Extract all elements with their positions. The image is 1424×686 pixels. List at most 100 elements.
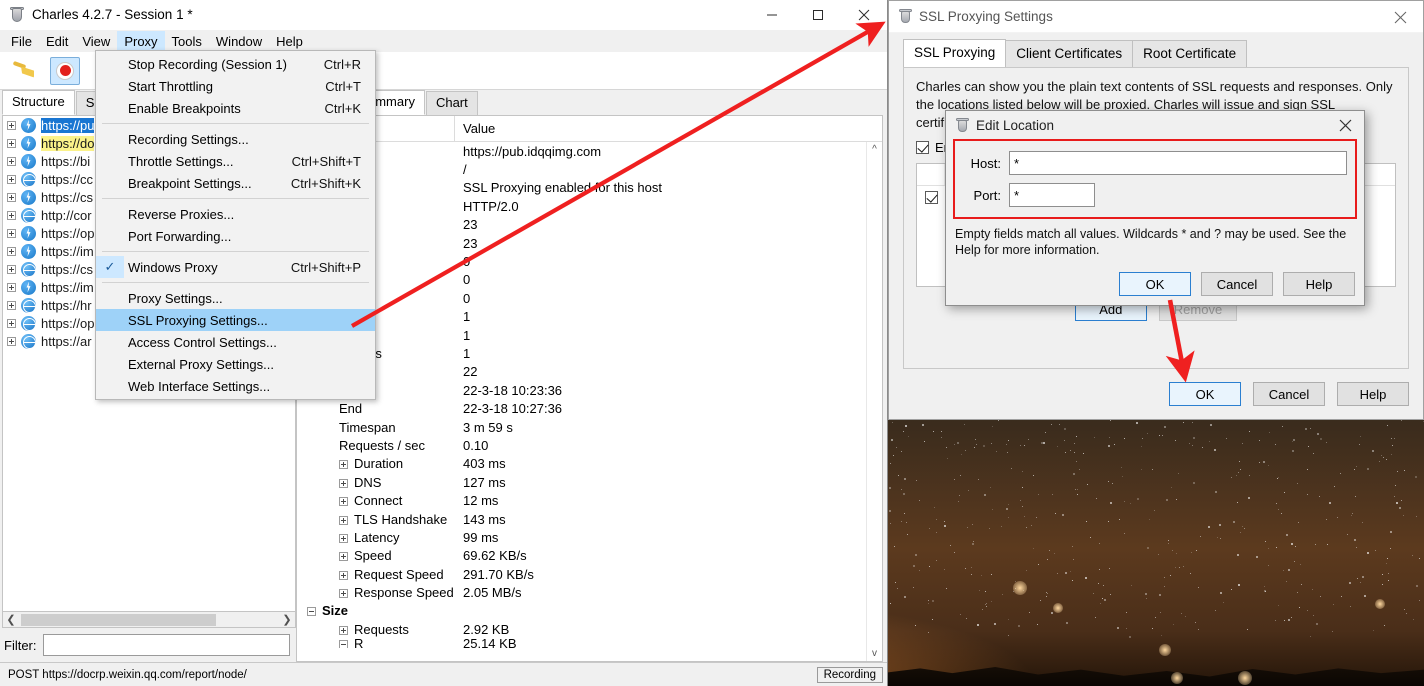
menu-item-reverse-proxies[interactable]: Reverse Proxies...: [96, 203, 375, 225]
expand-icon[interactable]: [339, 589, 348, 599]
expand-icon[interactable]: [7, 264, 16, 274]
menu-item-external-proxy-settings[interactable]: External Proxy Settings...: [96, 353, 375, 375]
close-icon[interactable]: [1326, 111, 1364, 139]
menu-edit[interactable]: Edit: [39, 31, 75, 52]
table-row[interactable]: Response Speed 2.05 MB/s: [297, 583, 882, 601]
table-row[interactable]: Size: [297, 602, 882, 620]
table-row[interactable]: SSL Proxying enabled for this host: [297, 179, 882, 197]
chevron-down-icon[interactable]: v: [872, 648, 877, 659]
table-row[interactable]: andshakes1: [297, 344, 882, 362]
help-button[interactable]: Help: [1283, 272, 1355, 296]
expand-icon[interactable]: [339, 533, 348, 543]
chevron-up-icon[interactable]: ^: [872, 144, 877, 155]
table-row[interactable]: ed0: [297, 289, 882, 307]
expand-icon[interactable]: [339, 625, 348, 635]
expand-icon[interactable]: [339, 497, 348, 507]
table-row[interactable]: DNS 127 ms: [297, 473, 882, 491]
table-row[interactable]: HTTP/2.0: [297, 197, 882, 215]
table-row[interactable]: 1: [297, 308, 882, 326]
collapse-icon[interactable]: [307, 607, 316, 617]
expand-icon[interactable]: [339, 570, 348, 580]
expand-icon[interactable]: [7, 300, 16, 310]
table-row[interactable]: /: [297, 160, 882, 178]
menu-item-start-throttling[interactable]: Start Throttling Ctrl+T: [96, 75, 375, 97]
menu-item-enable-breakpoints[interactable]: Enable Breakpoints Ctrl+K: [96, 97, 375, 119]
scroll-right-icon[interactable]: ❯: [279, 613, 295, 626]
tab-structure[interactable]: Structure: [2, 90, 75, 115]
menu-tools[interactable]: Tools: [165, 31, 209, 52]
scroll-left-icon[interactable]: ❮: [3, 613, 19, 626]
minimize-icon[interactable]: [749, 0, 795, 30]
tree-horizontal-scrollbar[interactable]: ❮ ❯: [2, 612, 296, 628]
expand-icon[interactable]: [7, 120, 16, 130]
expand-icon[interactable]: [7, 228, 16, 238]
tab-client-certificates[interactable]: Client Certificates: [1005, 40, 1134, 67]
close-icon[interactable]: [841, 0, 887, 30]
table-row[interactable]: https://pub.idqqimg.com: [297, 142, 882, 160]
expand-icon[interactable]: [339, 552, 348, 562]
menu-item-access-control-settings[interactable]: Access Control Settings...: [96, 331, 375, 353]
menu-item-breakpoint-settings[interactable]: Breakpoint Settings... Ctrl+Shift+K: [96, 172, 375, 194]
table-row[interactable]: TLS Handshake 143 ms: [297, 510, 882, 528]
table-row[interactable]: plete0: [297, 252, 882, 270]
checkbox-icon[interactable]: [916, 141, 929, 154]
expand-icon[interactable]: [339, 460, 348, 470]
port-input[interactable]: [1009, 183, 1095, 207]
menu-help[interactable]: Help: [269, 31, 310, 52]
record-icon[interactable]: [50, 56, 80, 85]
tab-root-certificate[interactable]: Root Certificate: [1132, 40, 1248, 67]
table-row[interactable]: Speed 69.62 KB/s: [297, 547, 882, 565]
proxy-dropdown-menu[interactable]: Stop Recording (Session 1) Ctrl+R Start …: [95, 50, 376, 400]
menu-item-proxy-settings[interactable]: Proxy Settings...: [96, 287, 375, 309]
close-icon[interactable]: [1377, 1, 1423, 33]
menu-item-stop-recording[interactable]: Stop Recording (Session 1) Ctrl+R: [96, 53, 375, 75]
menu-item-ssl-proxying-settings[interactable]: SSL Proxying Settings...: [96, 309, 375, 331]
table-row[interactable]: Requests 2.92 KB: [297, 620, 882, 638]
expand-icon[interactable]: [7, 246, 16, 256]
expand-icon[interactable]: [7, 282, 16, 292]
expand-icon[interactable]: [7, 210, 16, 220]
menu-window[interactable]: Window: [209, 31, 269, 52]
expand-icon[interactable]: [7, 156, 16, 166]
ok-button[interactable]: OK: [1169, 382, 1241, 406]
menu-item-windows-proxy[interactable]: ✓ Windows Proxy Ctrl+Shift+P: [96, 256, 375, 278]
tab-ssl-proxying[interactable]: SSL Proxying: [903, 39, 1007, 67]
table-row[interactable]: Timespan 3 m 59 s: [297, 418, 882, 436]
scroll-track[interactable]: [19, 612, 279, 627]
summary-vertical-scrollbar[interactable]: ^ v: [866, 142, 882, 661]
menu-item-recording-settings[interactable]: Recording Settings...: [96, 128, 375, 150]
table-row[interactable]: 0: [297, 271, 882, 289]
broom-icon[interactable]: [10, 58, 36, 84]
table-row[interactable]: Connect 12 ms: [297, 491, 882, 509]
column-header-value[interactable]: Value: [455, 116, 882, 141]
table-row[interactable]: cts1: [297, 326, 882, 344]
collapse-icon[interactable]: [339, 639, 348, 648]
filter-input[interactable]: [42, 634, 290, 656]
menu-view[interactable]: View: [75, 31, 117, 52]
expand-icon[interactable]: [339, 478, 348, 488]
table-row[interactable]: 23: [297, 216, 882, 234]
table-row[interactable]: Start22-3-18 10:23:36: [297, 381, 882, 399]
help-button[interactable]: Help: [1337, 382, 1409, 406]
expand-icon[interactable]: [7, 336, 16, 346]
table-row[interactable]: Duration 403 ms: [297, 455, 882, 473]
menu-item-port-forwarding[interactable]: Port Forwarding...: [96, 225, 375, 247]
scroll-thumb[interactable]: [21, 613, 216, 626]
table-row[interactable]: Latency 99 ms: [297, 528, 882, 546]
expand-icon[interactable]: [7, 318, 16, 328]
host-input[interactable]: [1009, 151, 1347, 175]
menu-proxy[interactable]: Proxy: [117, 30, 165, 52]
tab-chart[interactable]: Chart: [425, 91, 478, 115]
cancel-button[interactable]: Cancel: [1253, 382, 1325, 406]
expand-icon[interactable]: [7, 138, 16, 148]
expand-icon[interactable]: [7, 192, 16, 202]
status-badge[interactable]: Recording: [816, 666, 883, 683]
table-row[interactable]: End 22-3-18 10:27:36: [297, 399, 882, 417]
maximize-icon[interactable]: [795, 0, 841, 30]
table-row[interactable]: Alive22: [297, 363, 882, 381]
table-row[interactable]: R 25.14 KB: [297, 639, 882, 648]
ok-button[interactable]: OK: [1119, 272, 1191, 296]
menu-item-web-interface-settings[interactable]: Web Interface Settings...: [96, 375, 375, 397]
table-row[interactable]: Request Speed 291.70 KB/s: [297, 565, 882, 583]
cancel-button[interactable]: Cancel: [1201, 272, 1273, 296]
